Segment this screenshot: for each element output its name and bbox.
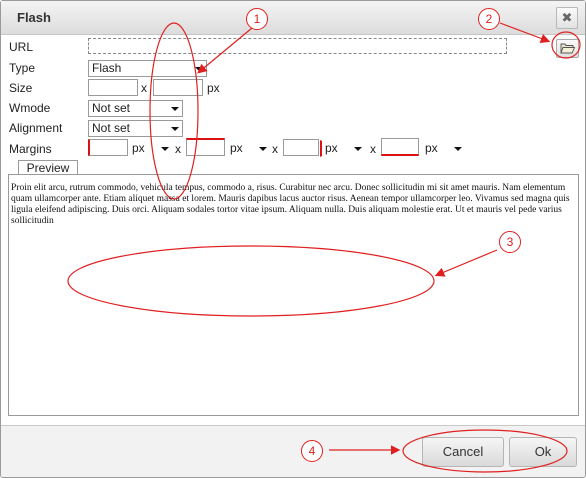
wmode-select-value: Not set [92,101,131,115]
margin-top-input[interactable] [88,139,128,156]
margin-bottom-input[interactable] [283,139,319,156]
url-input[interactable] [88,38,507,54]
annotation-badge-2: 2 [478,8,500,30]
margin-right-input[interactable] [186,138,225,156]
margin-top-unit-select[interactable]: px [128,140,173,157]
cancel-button[interactable]: Cancel [422,437,504,467]
wmode-select[interactable]: Not set [88,100,183,117]
preview-box: Proin elit arcu, rutrum commodo, vehicul… [8,174,579,416]
margin-unit-value: px [132,141,145,155]
margin-unit-value: px [230,141,243,155]
margin-left-input[interactable] [381,138,419,156]
size-width-input[interactable] [88,79,138,96]
chevron-down-icon [454,147,462,151]
margins-label: Margins [9,142,52,156]
close-icon: ✖ [561,10,573,25]
size-height-input[interactable] [153,79,203,96]
chevron-down-icon [354,147,362,151]
margin-separator: x [272,142,278,156]
annotation-badge-1: 1 [246,8,268,30]
margin-unit-value: px [425,141,438,155]
type-select[interactable]: Flash [88,60,207,77]
preview-text: Proin elit arcu, rutrum commodo, vehicul… [11,183,570,226]
chevron-down-icon [195,67,203,71]
chevron-down-icon [259,147,267,151]
folder-open-icon [560,43,576,54]
chevron-down-icon [171,127,179,131]
browse-button[interactable] [556,39,579,58]
dialog-title: Flash [17,10,51,25]
margin-separator: x [175,142,181,156]
annotation-badge-3: 3 [499,231,521,253]
margin-separator: x [370,142,376,156]
margin-right-unit-select[interactable]: px [226,140,271,157]
margin-bottom-unit-select[interactable]: px [320,140,366,157]
type-label: Type [9,61,36,75]
url-label: URL [9,40,34,54]
flash-dialog: Flash ✖ URL Type Flash Size x px Wmode N… [0,0,586,478]
wmode-label: Wmode [9,101,51,115]
annotation-badge-4: 4 [301,440,323,462]
size-label: Size [9,81,33,95]
chevron-down-icon [161,147,169,151]
chevron-down-icon [171,107,179,111]
size-unit: px [207,81,220,95]
size-separator: x [141,81,147,95]
preview-tab: Preview [18,160,78,175]
close-button[interactable]: ✖ [556,7,578,29]
dialog-footer: Cancel Ok [1,426,585,477]
alignment-select[interactable]: Not set [88,120,183,137]
margin-unit-value: px [325,141,338,155]
alignment-label: Alignment [9,121,63,135]
margin-left-unit-select[interactable]: px [421,140,466,157]
type-select-value: Flash [92,61,122,75]
ok-button[interactable]: Ok [509,437,577,467]
alignment-select-value: Not set [92,121,131,135]
